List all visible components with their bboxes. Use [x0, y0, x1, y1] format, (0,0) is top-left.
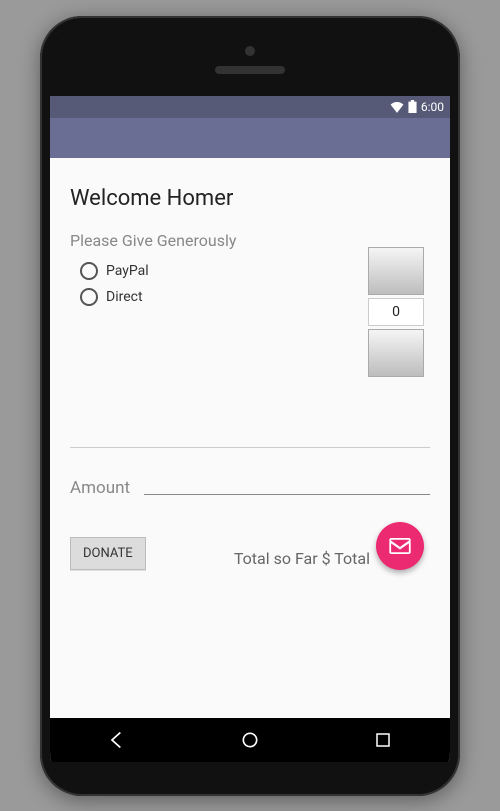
radio-label: Direct — [106, 289, 143, 305]
mail-icon — [389, 538, 411, 554]
speaker-slot — [215, 66, 285, 74]
status-time: 6:00 — [421, 100, 444, 114]
screen: 6:00 Welcome Homer Please Give Generousl… — [50, 96, 450, 762]
section-label: Please Give Generously — [70, 231, 366, 250]
picker-up-button[interactable] — [368, 247, 424, 295]
bezel-bottom — [50, 762, 450, 786]
device-inner: 6:00 Welcome Homer Please Give Generousl… — [50, 26, 450, 786]
radio-label: PayPal — [106, 263, 149, 279]
amount-input[interactable] — [144, 494, 430, 495]
divider — [70, 447, 430, 448]
nav-recent-button[interactable] — [353, 731, 413, 749]
number-picker: 0 — [366, 247, 426, 377]
content-area: Welcome Homer Please Give Generously Pay… — [50, 158, 450, 718]
picker-down-button[interactable] — [368, 329, 424, 377]
payment-options: Please Give Generously PayPal Direct — [70, 231, 366, 310]
radio-icon — [80, 288, 98, 306]
radio-direct[interactable]: Direct — [70, 284, 366, 310]
radio-paypal[interactable]: PayPal — [70, 258, 366, 284]
amount-row: Amount — [70, 478, 430, 498]
nav-back-button[interactable] — [87, 730, 147, 750]
status-bar: 6:00 — [50, 96, 450, 118]
amount-label: Amount — [70, 478, 130, 498]
nav-bar — [50, 718, 450, 762]
battery-icon — [408, 100, 417, 113]
total-text: Total so Far $ Total — [234, 549, 370, 568]
fab-mail-button[interactable] — [376, 522, 424, 570]
donate-button[interactable]: DONATE — [70, 537, 146, 570]
wifi-icon — [390, 101, 404, 113]
page-title: Welcome Homer — [70, 186, 430, 211]
total-prefix: Total so Far $ — [234, 549, 334, 568]
app-bar — [50, 118, 450, 158]
picker-value[interactable]: 0 — [368, 298, 424, 326]
bottom-row: DONATE Total so Far $ Total — [70, 516, 430, 570]
give-section: Please Give Generously PayPal Direct 0 — [70, 231, 430, 377]
radio-icon — [80, 262, 98, 280]
total-value: Total — [334, 549, 370, 568]
camera-dot — [245, 46, 255, 56]
nav-home-button[interactable] — [220, 730, 280, 750]
bezel-top — [50, 26, 450, 96]
device-frame: 6:00 Welcome Homer Please Give Generousl… — [40, 16, 460, 796]
